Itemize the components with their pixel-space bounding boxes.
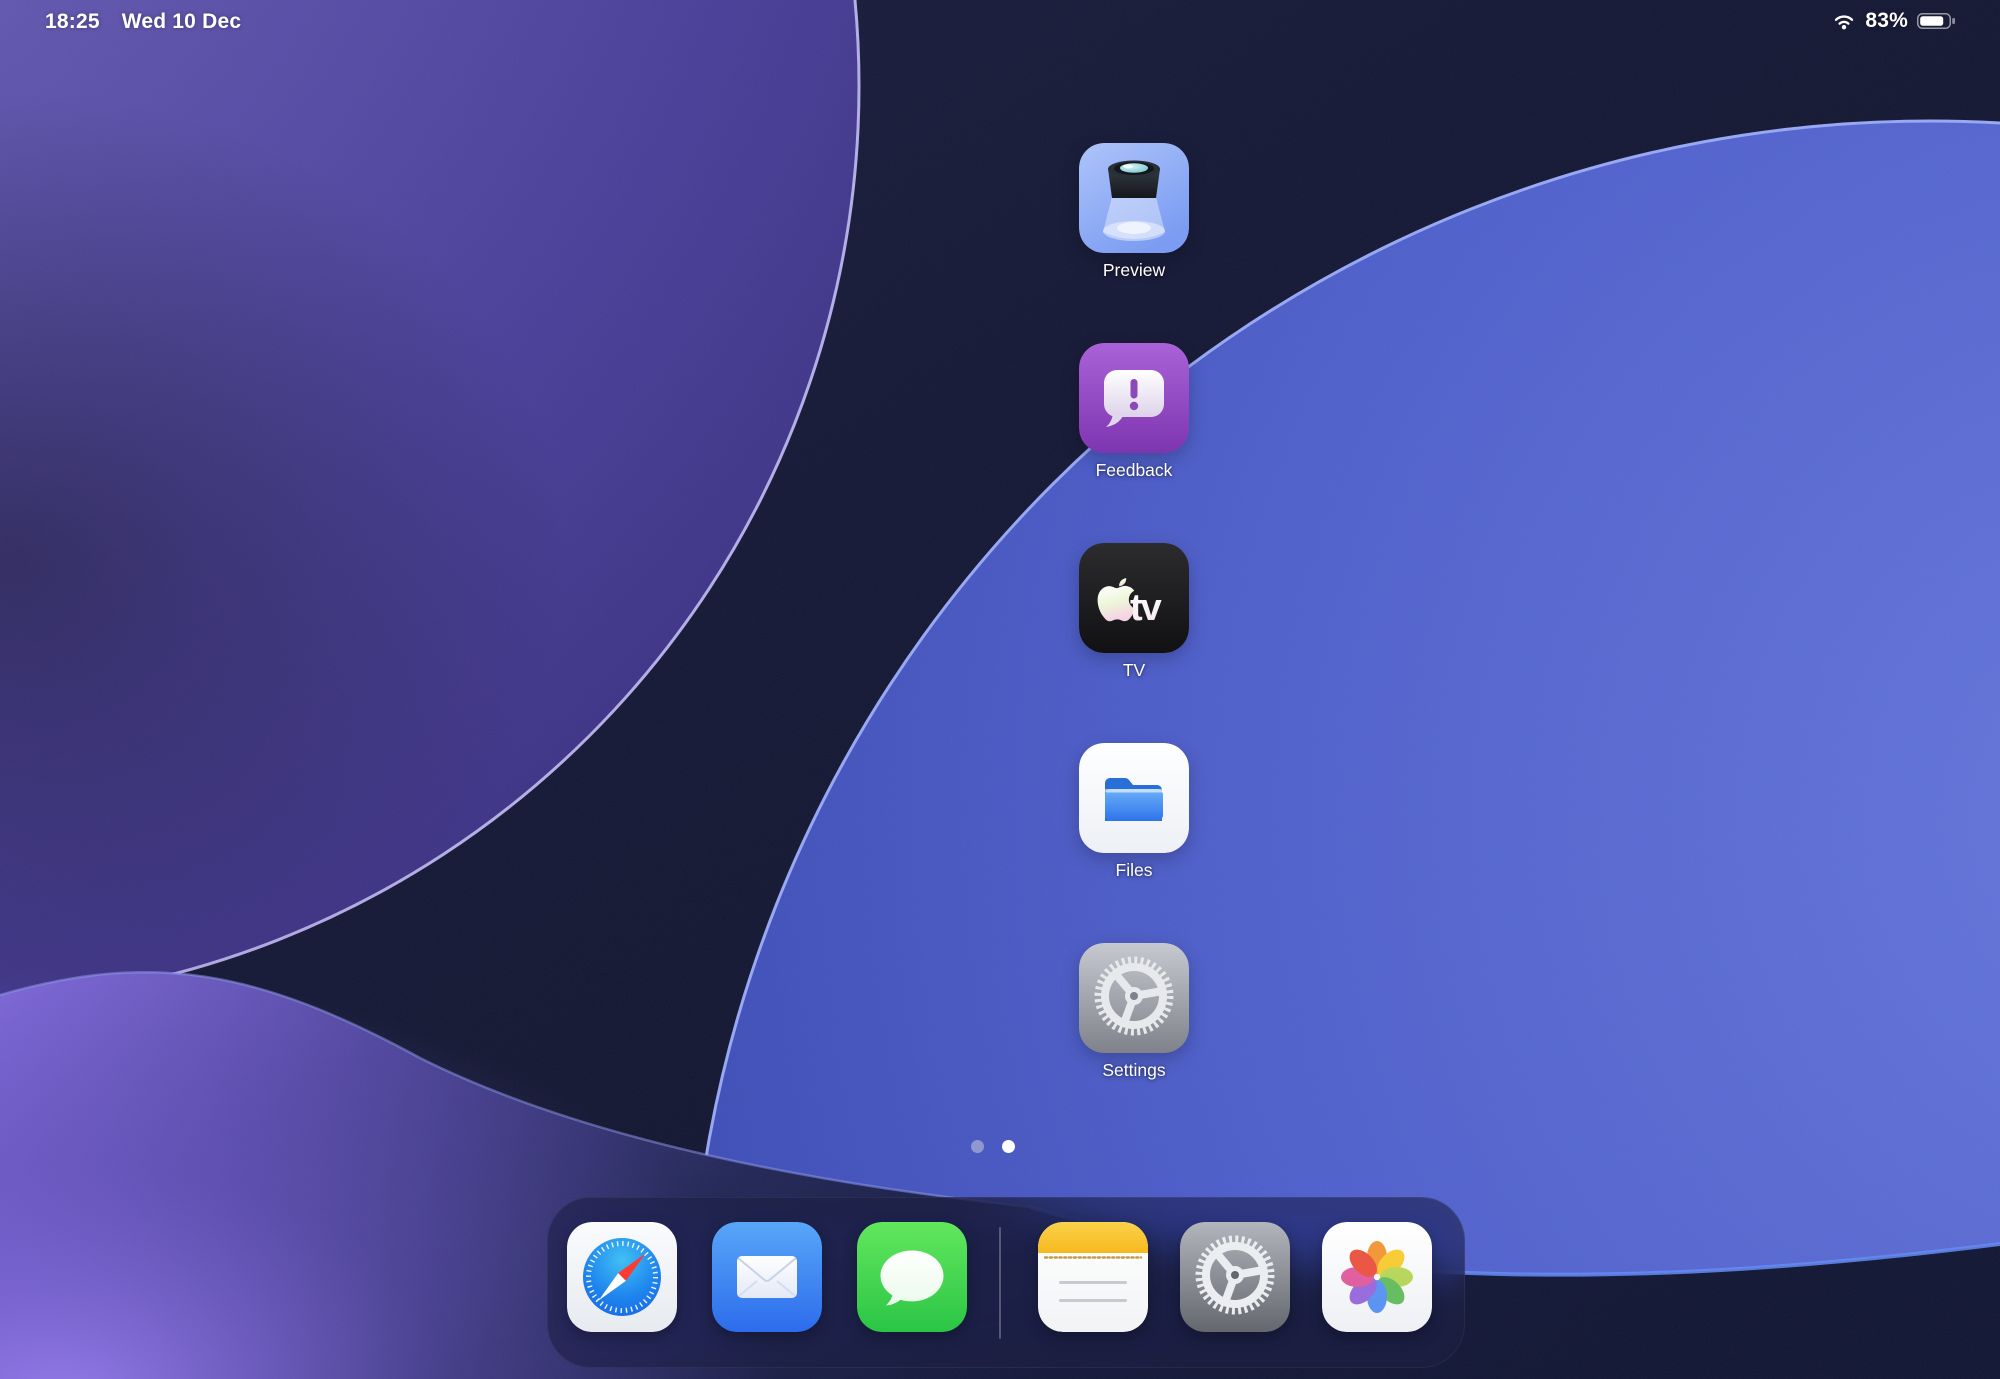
app-label: Preview bbox=[1034, 260, 1234, 280]
dock-app-settings[interactable] bbox=[1180, 1222, 1290, 1332]
app-feedback[interactable]: Feedback bbox=[1079, 343, 1189, 453]
exclamation-bubble-icon bbox=[1079, 343, 1189, 453]
notepad-icon bbox=[1038, 1222, 1148, 1332]
settings-app-icon[interactable] bbox=[1079, 943, 1189, 1053]
gear-icon bbox=[1180, 1222, 1290, 1332]
battery-percent: 83% bbox=[1865, 9, 1908, 33]
feedback-app-icon[interactable] bbox=[1079, 343, 1189, 453]
flower-icon bbox=[1322, 1222, 1432, 1332]
app-label: Settings bbox=[1034, 1060, 1234, 1080]
app-label: Files bbox=[1034, 860, 1234, 880]
app-label: Feedback bbox=[1034, 460, 1234, 480]
chat-bubble-icon bbox=[857, 1222, 967, 1332]
app-files[interactable]: Files bbox=[1079, 743, 1189, 853]
app-settings[interactable]: Settings bbox=[1079, 943, 1189, 1053]
wallpaper bbox=[0, 0, 2000, 1379]
status-bar: 18:25 Wed 10 Dec 83% bbox=[0, 0, 2000, 55]
loupe-icon bbox=[1079, 143, 1189, 253]
clock-time: 18:25 bbox=[45, 10, 100, 34]
page-dots bbox=[971, 1140, 1015, 1153]
page-dot-active[interactable] bbox=[1002, 1140, 1015, 1153]
gear-icon bbox=[1079, 943, 1189, 1053]
app-preview[interactable]: Preview bbox=[1079, 143, 1189, 253]
app-tv[interactable]: tv TV bbox=[1079, 543, 1189, 653]
app-label: TV bbox=[1034, 660, 1234, 680]
tv-app-icon[interactable]: tv bbox=[1079, 543, 1189, 653]
page-dot[interactable] bbox=[971, 1140, 984, 1153]
dock-app-notes[interactable] bbox=[1038, 1222, 1148, 1332]
dock-divider bbox=[999, 1227, 1001, 1339]
battery-icon bbox=[1917, 12, 1957, 30]
files-app-icon[interactable] bbox=[1079, 743, 1189, 853]
clock-date: Wed 10 Dec bbox=[122, 10, 242, 34]
envelope-icon bbox=[712, 1222, 822, 1332]
tv-logo-text: tv bbox=[1130, 587, 1162, 629]
dock-app-mail[interactable] bbox=[712, 1222, 822, 1332]
dock-app-safari[interactable] bbox=[567, 1222, 677, 1332]
apple-tv-logo-icon: tv bbox=[1079, 543, 1189, 653]
folder-icon bbox=[1079, 743, 1189, 853]
compass-icon bbox=[567, 1222, 677, 1332]
ipad-home-screen: 18:25 Wed 10 Dec 83% bbox=[0, 0, 2000, 1379]
dock-app-photos[interactable] bbox=[1322, 1222, 1432, 1332]
preview-app-icon[interactable] bbox=[1079, 143, 1189, 253]
dock bbox=[547, 1197, 1465, 1368]
status-right: 83% bbox=[1832, 9, 1957, 33]
dock-app-messages[interactable] bbox=[857, 1222, 967, 1332]
wifi-icon bbox=[1832, 13, 1856, 30]
status-left: 18:25 Wed 10 Dec bbox=[45, 10, 241, 34]
